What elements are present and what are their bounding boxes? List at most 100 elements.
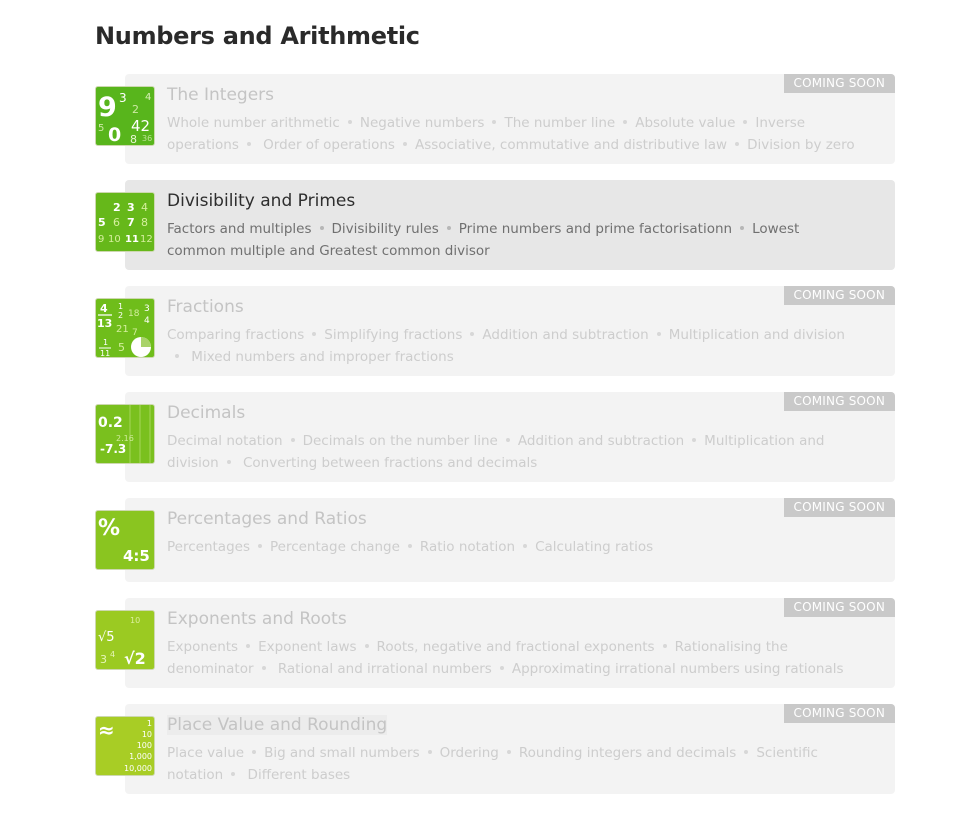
integers-icon: 9 3 4 2 5 42 0 8 36 xyxy=(95,86,155,146)
topic-item: Ordering xyxy=(439,745,499,761)
icon-digit: 10,000 xyxy=(124,764,152,773)
bullet-separator xyxy=(231,772,236,776)
bullet-separator xyxy=(261,666,266,670)
icon-digit: 7 xyxy=(127,216,135,229)
icon-digit: 2 xyxy=(113,201,121,214)
icon-digit: 10 xyxy=(142,730,152,739)
coming-soon-badge: COMING SOON xyxy=(783,392,895,411)
topic-item: Division by zero xyxy=(747,137,855,153)
bullet-separator xyxy=(506,750,511,754)
course-place-value-and-rounding[interactable]: COMING SOON ≈ 1 10 100 1,000 10,000 Plac… xyxy=(95,704,895,794)
bullet-separator xyxy=(523,544,528,548)
icon-digit: 21 xyxy=(116,324,129,335)
course-title-text: Place Value and Rounding xyxy=(167,715,388,735)
icon-digit: 5 xyxy=(98,216,106,229)
icon-digit: 36 xyxy=(142,134,152,143)
coming-soon-badge: COMING SOON xyxy=(783,74,895,93)
bullet-separator xyxy=(470,332,475,336)
topic-item: Whole number arithmetic xyxy=(167,115,340,131)
topic-item: Addition and subtraction xyxy=(517,433,685,449)
course-fractions[interactable]: COMING SOON 4 13 1 2 18 3 4 21 7 1 11 5 … xyxy=(95,286,895,376)
icon-digit: 12 xyxy=(140,234,153,245)
topic-item: Ratio notation xyxy=(419,539,516,555)
bullet-separator xyxy=(744,750,749,754)
bullet-separator xyxy=(743,120,748,124)
topic-item: Factors and multiples xyxy=(167,221,312,237)
page-title: Numbers and Arithmetic xyxy=(95,22,420,50)
topic-item: Exponent laws xyxy=(258,639,357,655)
topic-item: Approximating irrational numbers using r… xyxy=(511,661,844,677)
icon-digit: 4 xyxy=(110,650,115,659)
topic-item: Converting between fractions and decimal… xyxy=(242,455,538,471)
course-decimals[interactable]: COMING SOON 0.2 2.16 -7.3 Decimals Decim… xyxy=(95,392,895,482)
topic-list: Comparing fractions Simplifying fractions… xyxy=(167,324,855,368)
bullet-separator xyxy=(402,142,407,146)
bullet-separator xyxy=(692,438,697,442)
bullet-separator xyxy=(735,142,740,146)
topic-item: Rounding integers and decimals xyxy=(518,745,737,761)
topic-list: Place value Big and small numbers Ordering… xyxy=(167,742,855,786)
bullet-separator xyxy=(290,438,295,442)
coming-soon-badge: COMING SOON xyxy=(783,704,895,723)
icon-digit: 2 xyxy=(132,103,139,116)
topic-list: Percentages Percentage change Ratio notati… xyxy=(167,536,855,558)
bullet-separator xyxy=(226,460,231,464)
icon-digit: 10 xyxy=(130,616,140,625)
topic-item: Percentages xyxy=(167,539,250,555)
bullet-separator xyxy=(347,120,352,124)
course-the-integers[interactable]: COMING SOON 9 3 4 2 5 42 0 8 36 The Inte… xyxy=(95,74,895,164)
icon-digit: 7 xyxy=(132,328,138,338)
topic-item: Comparing fractions xyxy=(167,327,305,343)
topic-item: Decimals on the number line xyxy=(302,433,498,449)
exponents-icon: 10 √5 3 4 √2 xyxy=(95,610,155,670)
percentages-icon: % 4:5 xyxy=(95,510,155,570)
icon-digit: 0.2 xyxy=(98,415,123,431)
topic-item: Rational and irrational numbers xyxy=(277,661,492,677)
topic-item: Prime numbers and prime factorisationn xyxy=(458,221,733,237)
bullet-separator xyxy=(499,666,504,670)
icon-digit: 3 xyxy=(119,91,127,105)
topic-item: Divisibility rules xyxy=(331,221,439,237)
topic-item: Associative, commutative and distributiv… xyxy=(414,137,728,153)
course-title: Fractions xyxy=(167,297,244,317)
bullet-separator xyxy=(312,332,317,336)
icon-digit: 11 xyxy=(125,234,139,245)
bullet-separator xyxy=(257,544,262,548)
topic-item: Absolute value xyxy=(635,115,736,131)
topic-list: Decimal notation Decimals on the number l… xyxy=(167,430,855,474)
topic-item: Multiplication and division xyxy=(668,327,845,343)
course-title: Divisibility and Primes xyxy=(167,191,356,211)
icon-digit: 2 xyxy=(118,311,123,320)
bullet-separator xyxy=(623,120,628,124)
course-divisibility-and-primes[interactable]: 2 3 4 5 6 7 8 9 10 11 12 Divisibility an… xyxy=(95,180,895,270)
icon-digit: √2 xyxy=(124,649,146,668)
bullet-separator xyxy=(656,332,661,336)
icon-digit: -7.3 xyxy=(100,442,126,456)
place-value-icon: ≈ 1 10 100 1,000 10,000 xyxy=(95,716,155,776)
fractions-icon: 4 13 1 2 18 3 4 21 7 1 11 5 xyxy=(95,298,155,358)
icon-digit: 1 xyxy=(118,302,123,311)
icon-digit: 4 xyxy=(145,92,151,103)
icon-digit: 4 xyxy=(144,316,150,326)
icon-digit: 13 xyxy=(97,317,112,330)
coming-soon-badge: COMING SOON xyxy=(783,286,895,305)
bullet-separator xyxy=(662,644,667,648)
topic-item: Simplifying fractions xyxy=(324,327,463,343)
course-title: Percentages and Ratios xyxy=(167,509,367,529)
bullet-separator xyxy=(427,750,432,754)
icon-digit: 4 xyxy=(141,201,148,214)
bullet-separator xyxy=(246,644,251,648)
icon-digit: 3 xyxy=(144,304,150,314)
icon-digit: 3 xyxy=(100,653,107,666)
course-title: Decimals xyxy=(167,403,246,423)
topic-item: Order of operations xyxy=(263,137,395,153)
course-percentages-and-ratios[interactable]: COMING SOON % 4:5 Percentages and Ratios… xyxy=(95,498,895,582)
icon-digit: 5 xyxy=(98,123,104,134)
icon-digit: 9 xyxy=(98,92,117,123)
bullet-separator xyxy=(446,226,451,230)
topic-item: Mixed numbers and improper fractions xyxy=(191,349,454,365)
divisibility-icon: 2 3 4 5 6 7 8 9 10 11 12 xyxy=(95,192,155,252)
icon-digit: 6 xyxy=(113,216,120,229)
course-exponents-and-roots[interactable]: COMING SOON 10 √5 3 4 √2 Exponents and R… xyxy=(95,598,895,688)
topic-item: Roots, negative and fractional exponents xyxy=(376,639,655,655)
